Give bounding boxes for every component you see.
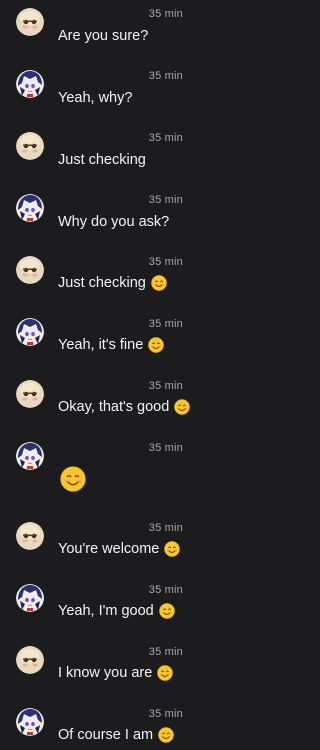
cream-avatar[interactable] (16, 256, 44, 284)
message-text-content: You're welcome (58, 541, 160, 557)
message-text: Just checking (58, 152, 146, 168)
smiling-face-icon (158, 603, 175, 619)
message-timestamp: 35 min (148, 132, 183, 144)
smiling-face-icon (148, 337, 165, 353)
message-timestamp: 35 min (148, 708, 183, 720)
message-timestamp: 35 min (148, 522, 183, 534)
message-text: Of course I am (58, 727, 174, 743)
message-timestamp: 35 min (148, 70, 183, 82)
message-timestamp: 35 min (148, 380, 183, 392)
message-text-content: Are you sure? (58, 28, 149, 44)
message-text-content: Just checking (58, 152, 146, 168)
blue-avatar[interactable] (16, 194, 44, 222)
message-text: Are you sure? (58, 28, 148, 44)
message-timestamp: 35 min (148, 584, 183, 596)
message-text-content: Yeah, it's fine (58, 337, 144, 353)
message-text: Just checking (58, 275, 167, 291)
smiling-face-icon (174, 399, 191, 415)
cream-avatar[interactable] (16, 380, 44, 408)
smiling-face-icon (157, 665, 174, 681)
message-text-content: Yeah, why? (58, 90, 133, 106)
message-text-content: I know you are (58, 665, 153, 681)
message-text-content: Of course I am (58, 727, 154, 743)
message-text: Why do you ask? (58, 214, 169, 230)
message-text-content: Why do you ask? (58, 214, 170, 230)
smiling-face-icon (158, 727, 174, 743)
cream-avatar[interactable] (16, 8, 44, 36)
message-text: I know you are (58, 665, 174, 681)
message-text-content: Just checking (58, 275, 146, 291)
blue-avatar[interactable] (16, 584, 44, 612)
smiling-face-icon (151, 275, 167, 291)
message-text (58, 466, 86, 492)
blue-avatar[interactable] (16, 318, 44, 346)
blue-avatar[interactable] (16, 70, 44, 98)
message-timestamp: 35 min (148, 442, 183, 454)
message-timestamp: 35 min (148, 646, 183, 658)
message-text: You're welcome (58, 541, 181, 557)
message-text-content: Yeah, I'm good (58, 603, 154, 619)
cream-avatar[interactable] (16, 132, 44, 160)
smiling-face-large-icon (60, 466, 86, 492)
cream-avatar[interactable] (16, 646, 44, 674)
message-timestamp: 35 min (148, 194, 183, 206)
message-text: Yeah, why? (58, 90, 132, 106)
cream-avatar[interactable] (16, 522, 44, 550)
message-timestamp: 35 min (148, 256, 183, 268)
message-text: Okay, that's good (58, 399, 191, 415)
message-text-content: Okay, that's good (58, 399, 170, 415)
message-timestamp: 35 min (148, 8, 183, 20)
blue-avatar[interactable] (16, 442, 44, 470)
message-text: Yeah, it's fine (58, 337, 165, 353)
message-timestamp: 35 min (148, 318, 183, 330)
blue-avatar[interactable] (16, 708, 44, 736)
message-text: Yeah, I'm good (58, 603, 175, 619)
smiling-face-icon (164, 541, 181, 557)
